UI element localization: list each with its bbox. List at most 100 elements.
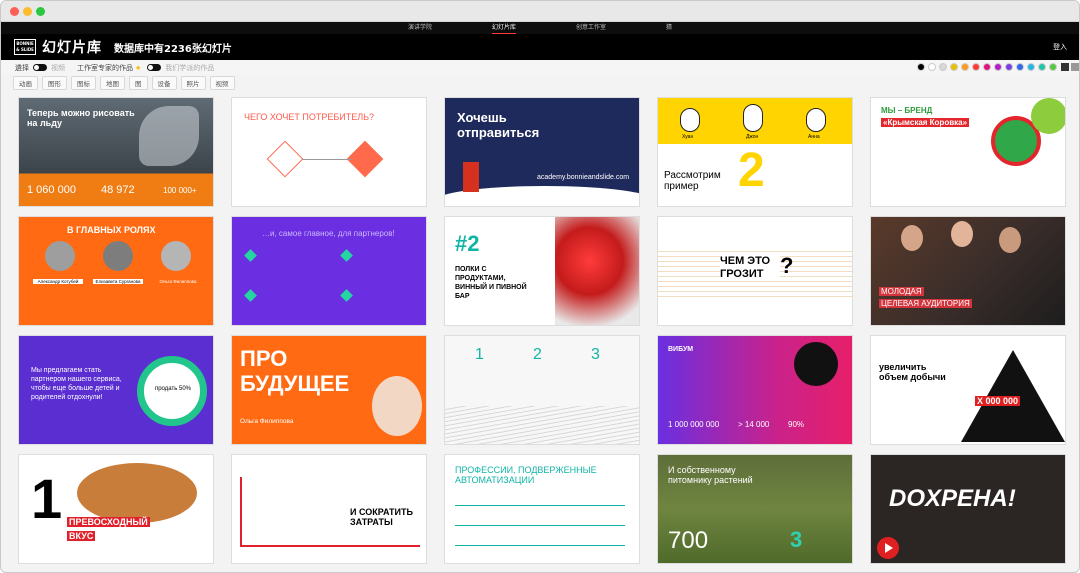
filter-photos[interactable]: 照片 xyxy=(180,75,206,90)
color-swatch-4[interactable] xyxy=(961,63,969,71)
speaker-photo xyxy=(372,376,422,436)
grid-view-icon[interactable] xyxy=(1061,63,1069,71)
person-photo xyxy=(951,221,973,247)
audience-label-2: ЦЕЛЕВАЯ АУДИТОРИЯ xyxy=(879,299,972,308)
color-swatch-11[interactable] xyxy=(1038,63,1046,71)
list-view-icon[interactable] xyxy=(1071,63,1079,71)
stat-3: 100 000+ xyxy=(163,186,197,195)
slide-text: ПОЛКИ С ПРОДУКТАМИ, ВИННЫЙ И ПИВНОЙ БАР xyxy=(455,266,527,300)
slide-card-audience[interactable]: МОЛОДАЯ ЦЕЛЕВАЯ АУДИТОРИЯ xyxy=(870,216,1066,326)
tab-guess[interactable]: 猜 xyxy=(666,22,672,34)
slide-card-cast[interactable]: В ГЛАВНЫХ РОЛЯХ Александр Котубей Елизав… xyxy=(18,216,214,326)
slide-card-travel[interactable]: Хочешь отправиться academy.bonnieandslid… xyxy=(444,97,640,207)
slide-card-future[interactable]: ПРО БУДУЩЕЕ Ольга Филиппова xyxy=(231,335,427,445)
slide-card-ice-drawing[interactable]: Теперь можно рисовать на льду 1 060 000 … xyxy=(18,97,214,207)
timeline-line xyxy=(240,477,242,547)
filter-toolbar: 遴择 视频 工作室专家的作品 ★ 我们学派的作品 xyxy=(1,60,1079,75)
slide-card-consumer[interactable]: ЧЕГО ХОЧЕТ ПОТРЕБИТЕЛЬ? xyxy=(231,97,427,207)
big-number: X 000 000 xyxy=(975,396,1021,406)
slide-count-subtitle: 数据库中有2236张幻灯片 xyxy=(114,43,232,55)
actor-name: Елизавета Сурганова xyxy=(93,279,143,284)
burger-photo xyxy=(77,463,197,523)
slide-title: Хочешь отправиться xyxy=(457,110,540,140)
filter-charts[interactable]: 图 xyxy=(129,75,148,90)
character-avatar xyxy=(680,108,700,132)
brand-label: «Крымская Коровка» xyxy=(881,118,970,127)
color-filter-swatches xyxy=(917,63,1057,71)
filter-devices[interactable]: 设备 xyxy=(151,75,177,90)
tab-academy[interactable]: 演讲学院 xyxy=(408,22,432,34)
category-filters: 动画 图形 图标 地图 图 设备 照片 视频 xyxy=(1,75,1079,90)
video-toggle[interactable] xyxy=(33,64,47,71)
ring-label: продать 50% xyxy=(154,386,192,392)
actor-name: Александр Котубей xyxy=(33,279,83,284)
filter-animation[interactable]: 动画 xyxy=(13,75,38,90)
close-window-button[interactable] xyxy=(10,7,19,16)
slide-title: …и, самое главное, для партнеров! xyxy=(262,229,395,238)
browser-window: 演讲学院 幻灯片库 创意工作室 猜 BONNIE & SLIDE 幻灯片库 数据… xyxy=(0,0,1080,573)
color-swatch-9[interactable] xyxy=(1016,63,1024,71)
color-swatch-1[interactable] xyxy=(928,63,936,71)
slide-card-shelves[interactable]: #2 ПОЛКИ С ПРОДУКТАМИ, ВИННЫЙ И ПИВНОЙ Б… xyxy=(444,216,640,326)
color-swatch-7[interactable] xyxy=(994,63,1002,71)
slide-card-costs[interactable]: И СОКРАТИТЬ ЗАТРАТЫ xyxy=(231,454,427,564)
hexagon-icon xyxy=(340,249,353,262)
slide-card-example[interactable]: Хуан Джон Анна Рассмотрим пример 2 xyxy=(657,97,853,207)
color-swatch-6[interactable] xyxy=(983,63,991,71)
chart-line xyxy=(455,545,625,546)
color-swatch-12[interactable] xyxy=(1049,63,1057,71)
slide-card-partner-service[interactable]: Мы предлагаем стать партнером нашего сер… xyxy=(18,335,214,445)
color-swatch-8[interactable] xyxy=(1005,63,1013,71)
slide-card-mining[interactable]: увеличить объем добычи X 000 000 xyxy=(870,335,1066,445)
site-logo[interactable]: BONNIE & SLIDE xyxy=(14,39,36,55)
expert-works-toggle[interactable] xyxy=(147,64,162,71)
character-name: Хуан xyxy=(682,134,694,140)
color-swatch-10[interactable] xyxy=(1027,63,1035,71)
filter-video[interactable]: 视频 xyxy=(209,75,235,90)
filter-maps[interactable]: 地图 xyxy=(100,75,125,90)
actor-photo xyxy=(161,241,191,271)
slide-card-nursery[interactable]: И собственному питомнику растений 700 3 xyxy=(657,454,853,564)
slide-title: И СОКРАТИТЬ ЗАТРАТЫ xyxy=(350,507,413,527)
filter-graphics[interactable]: 图形 xyxy=(42,75,67,90)
slide-card-brand[interactable]: МЫ – БРЕНД «Крымская Коровка» xyxy=(870,97,1066,207)
slide-card-professions[interactable]: ПРОФЕССИИ, ПОДВЕРЖЕННЫЕ АВТОМАТИЗАЦИИ xyxy=(444,454,640,564)
tab-creative-studio[interactable]: 创意工作室 xyxy=(576,22,606,34)
slide-text: Мы предлагаем стать партнером нашего сер… xyxy=(31,367,122,401)
chart-line xyxy=(455,505,625,506)
big-number: 700 xyxy=(668,527,709,554)
page-header: BONNIE & SLIDE 幻灯片库 数据库中有2236张幻灯片 登入 xyxy=(1,34,1079,60)
products-photo xyxy=(555,217,639,325)
person-photo xyxy=(999,227,1021,253)
slide-subtitle: МЫ – БРЕНД xyxy=(881,106,933,115)
maximize-window-button[interactable] xyxy=(36,7,45,16)
stat-2: > 14 000 xyxy=(738,420,770,429)
slide-title: В ГЛАВНЫХ РОЛЯХ xyxy=(67,225,156,235)
skater-image xyxy=(139,106,199,166)
slide-title: ПРОФЕССИИ, ПОДВЕРЖЕННЫЕ АВТОМАТИЗАЦИИ xyxy=(455,465,597,485)
slide-card-partners[interactable]: …и, самое главное, для партнеров! xyxy=(231,216,427,326)
color-swatch-0[interactable] xyxy=(917,63,925,71)
slide-card-burger[interactable]: 1 ПРЕВОСХОДНЫЙ ВКУС xyxy=(18,454,214,564)
tab-slide-library[interactable]: 幻灯片库 xyxy=(491,22,516,34)
diamond-shape xyxy=(266,140,304,178)
hexagon-icon xyxy=(244,249,257,262)
color-swatch-5[interactable] xyxy=(972,63,980,71)
slide-card-vibum[interactable]: ВИБУМ 1 000 000 000 > 14 000 90% xyxy=(657,335,853,445)
step-number: 3 xyxy=(591,346,600,363)
filter-icons[interactable]: 图标 xyxy=(71,75,96,90)
slide-title: DOXPEHA! xyxy=(889,485,1016,512)
stat-2: 48 972 xyxy=(101,184,135,196)
page-title: 幻灯片库 xyxy=(42,40,102,56)
slide-card-threat[interactable]: ЧЕМ ЭТО ГРОЗИТ ? xyxy=(657,216,853,326)
minimize-window-button[interactable] xyxy=(23,7,32,16)
character-name: Джон xyxy=(746,134,759,140)
color-swatch-3[interactable] xyxy=(950,63,958,71)
color-swatch-2[interactable] xyxy=(939,63,947,71)
slide-card-doxrena[interactable]: DOXPEHA! xyxy=(870,454,1066,564)
big-number: 1 xyxy=(31,467,63,530)
login-link[interactable]: 登入 xyxy=(1053,42,1067,52)
slide-title: ПРО БУДУЩЕЕ xyxy=(240,346,350,396)
character-name: Анна xyxy=(808,134,820,140)
slide-card-steps[interactable]: 1 2 3 xyxy=(444,335,640,445)
